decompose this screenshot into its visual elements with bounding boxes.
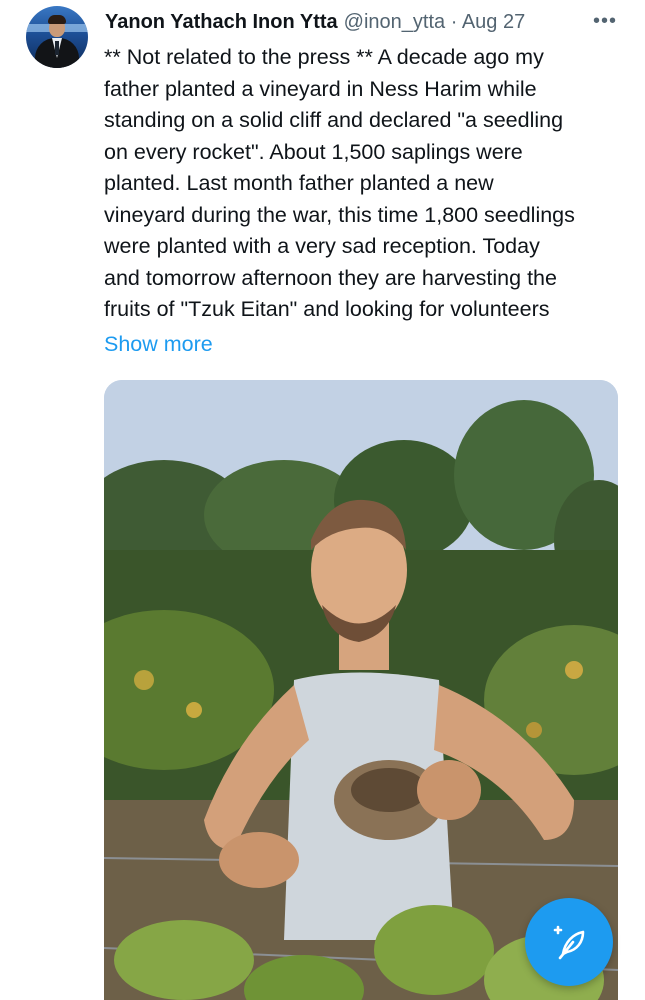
tweet-text: ** Not related to the press ** A decade …	[104, 42, 624, 326]
compose-feather-plus-icon	[553, 925, 585, 960]
tweet-text-line: were planted with a very sad reception. …	[104, 234, 540, 258]
tweet[interactable]: Yanon Yathach Inon Ytta @inon_ytta · Aug …	[0, 0, 645, 1000]
tweet-text-line: planted. Last month father planted a new	[104, 171, 494, 195]
author-name[interactable]: Yanon Yathach Inon Ytta	[105, 11, 338, 33]
tweet-header: Yanon Yathach Inon Ytta @inon_ytta · Aug …	[105, 9, 625, 35]
tweet-text-line: on every rocket". About 1,500 saplings w…	[104, 139, 523, 164]
author-handle[interactable]: @inon_ytta	[344, 11, 445, 33]
author-avatar[interactable]	[26, 6, 88, 68]
more-options-icon[interactable]: •••	[590, 10, 620, 34]
tweet-text-line: ** Not related to the press ** A decade …	[104, 45, 544, 69]
tweet-text-line: vineyard during the war, this time 1,800…	[104, 202, 575, 227]
separator-dot: ·	[450, 11, 458, 33]
compose-button[interactable]	[525, 898, 613, 986]
tweet-text-line: standing on a solid cliff and declared "…	[104, 108, 564, 132]
tweet-text-line: and tomorrow afternoon they are harvesti…	[104, 265, 557, 290]
tweet-text-line: fruits of "Tzuk Eitan" and looking for v…	[104, 297, 550, 321]
tweet-text-line: father planted a vineyard in Ness Harim …	[104, 76, 537, 101]
tweet-date[interactable]: Aug 27	[462, 11, 525, 33]
show-more-link[interactable]: Show more	[104, 329, 213, 361]
